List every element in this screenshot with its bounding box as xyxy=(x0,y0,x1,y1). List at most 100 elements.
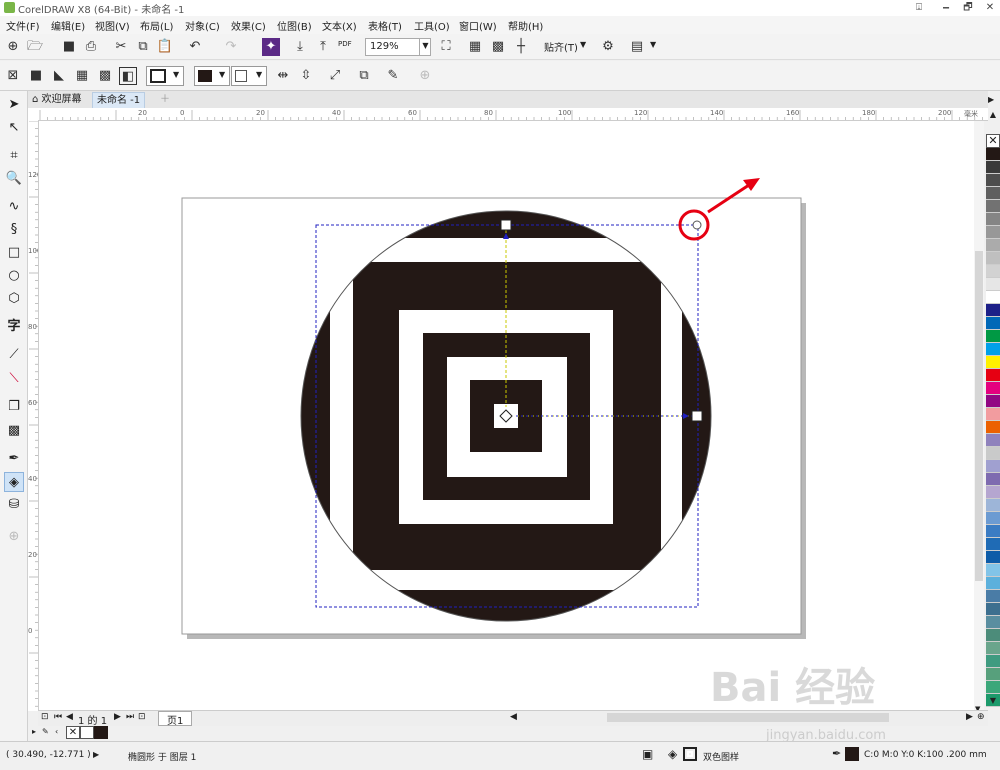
launcher-dropdown-arrow[interactable]: ▼ xyxy=(650,40,656,49)
rectangle-tool-icon[interactable]: □ xyxy=(4,243,24,263)
tab-welcome-screen[interactable]: ⌂ 欢迎屏幕 xyxy=(28,92,86,108)
palette-swatch[interactable] xyxy=(986,642,1000,655)
palette-swatch[interactable] xyxy=(986,226,1000,239)
transform-with-object-icon[interactable]: ⤢ xyxy=(326,67,344,85)
last-page-icon[interactable]: ⏭ xyxy=(126,712,134,722)
palette-swatch[interactable] xyxy=(986,590,1000,603)
vector-pattern-fill-icon[interactable]: ▦ xyxy=(73,67,91,85)
menu-bitmap[interactable]: 位图(B) xyxy=(277,18,312,33)
smart-fill-tool-icon[interactable]: ⛁ xyxy=(4,495,24,515)
pattern-rotate-handle[interactable] xyxy=(692,220,702,230)
no-color-doc-swatch-icon[interactable]: ✕ xyxy=(66,726,80,739)
palette-swatch[interactable] xyxy=(986,252,1000,265)
polygon-tool-icon[interactable]: ⬡ xyxy=(4,289,24,309)
zoom-tool-icon[interactable]: 🔍 xyxy=(4,169,24,189)
vertical-scroll-thumb[interactable] xyxy=(975,251,983,581)
page-tab[interactable]: 页1 xyxy=(158,711,193,727)
crop-tool-icon[interactable]: ⌗ xyxy=(4,146,24,166)
artistic-media-tool-icon[interactable]: § xyxy=(4,220,24,240)
paste-icon[interactable]: 📋 xyxy=(156,38,174,56)
palette-swatch[interactable] xyxy=(986,538,1000,551)
menu-window[interactable]: 窗口(W) xyxy=(459,18,497,33)
menu-effects[interactable]: 效果(C) xyxy=(231,18,266,33)
account-icon[interactable]: ⍗ xyxy=(910,0,928,15)
vertical-scrollbar[interactable]: ▼ xyxy=(974,121,984,713)
parallel-dimension-tool-icon[interactable]: ⟋ xyxy=(4,345,24,365)
export-icon[interactable]: ⤒ xyxy=(314,38,332,56)
palette-swatch[interactable] xyxy=(986,239,1000,252)
open-icon[interactable]: 🗁 xyxy=(26,38,44,56)
import-icon[interactable]: ⤓ xyxy=(291,38,309,56)
transparency-tool-icon[interactable]: ▩ xyxy=(4,421,24,441)
palette-swatch[interactable] xyxy=(986,382,1000,395)
page-settings-icon[interactable]: ⊡ xyxy=(41,712,49,722)
menu-layout[interactable]: 布局(L) xyxy=(140,18,173,33)
shape-tool-icon[interactable]: ↖ xyxy=(4,118,24,138)
menu-view[interactable]: 视图(V) xyxy=(95,18,130,33)
black-doc-swatch[interactable] xyxy=(94,726,108,739)
palette-swatch[interactable] xyxy=(986,356,1000,369)
palette-swatch[interactable] xyxy=(986,174,1000,187)
navigator-icon[interactable]: ⊕ xyxy=(977,712,985,722)
uniform-fill-icon[interactable]: ■ xyxy=(27,67,45,85)
palette-swatch[interactable] xyxy=(986,291,1000,304)
fill-pattern-swatch[interactable] xyxy=(683,747,697,761)
new-document-icon[interactable]: ⊕ xyxy=(4,38,22,56)
pattern-right-handle[interactable] xyxy=(691,410,703,422)
palette-swatch[interactable] xyxy=(986,668,1000,681)
drawing-canvas[interactable] xyxy=(39,121,975,711)
menu-text[interactable]: 文本(X) xyxy=(322,18,357,33)
palette-swatch[interactable] xyxy=(986,486,1000,499)
menu-tools[interactable]: 工具(O) xyxy=(414,18,450,33)
options-gear-icon[interactable]: ⚙ xyxy=(599,38,617,56)
no-color-swatch-icon[interactable]: ✕ xyxy=(986,134,1000,148)
palette-swatch[interactable] xyxy=(986,213,1000,226)
tab-document[interactable]: 未命名 -1 xyxy=(92,92,146,108)
close-button[interactable]: ✕ xyxy=(981,0,999,15)
status-arrow-icon[interactable]: ▶ xyxy=(93,750,99,759)
zoom-dropdown-icon[interactable]: ▼ xyxy=(419,38,431,56)
copy-icon[interactable]: ⧉ xyxy=(134,38,152,56)
add-icon[interactable]: ⊕ xyxy=(416,67,434,85)
horizontal-ruler[interactable]: 20 0 20 40 60 80 100 120 140 160 180 200… xyxy=(38,108,988,121)
mirror-vertical-icon[interactable]: ⇳ xyxy=(297,67,315,85)
white-doc-swatch[interactable] xyxy=(80,726,94,739)
horizontal-scroll-thumb[interactable] xyxy=(607,713,889,722)
palette-swatch[interactable] xyxy=(986,512,1000,525)
cut-icon[interactable]: ✂ xyxy=(112,38,130,56)
palette-swatch[interactable] xyxy=(986,304,1000,317)
palette-swatch[interactable] xyxy=(986,629,1000,642)
next-page-icon[interactable]: ▶ xyxy=(114,712,121,722)
show-guidelines-icon[interactable]: ┼ xyxy=(512,38,530,56)
menu-object[interactable]: 对象(C) xyxy=(185,18,220,33)
palette-left-icon[interactable]: ‹ xyxy=(55,727,58,736)
pick-tool-icon[interactable]: ➤ xyxy=(4,95,24,115)
previous-page-icon[interactable]: ◀ xyxy=(66,712,73,722)
text-tool-icon[interactable]: 字 xyxy=(4,317,24,337)
palette-swatch[interactable] xyxy=(986,603,1000,616)
foreground-dropdown-icon[interactable]: ▼ xyxy=(219,70,225,79)
palette-swatch[interactable] xyxy=(986,655,1000,668)
background-dropdown-icon[interactable]: ▼ xyxy=(256,70,262,79)
add-tool-icon[interactable]: ⊕ xyxy=(4,527,24,547)
edit-fill-icon[interactable]: ✎ xyxy=(384,67,402,85)
publish-pdf-button[interactable]: PDF xyxy=(338,40,352,48)
scroll-left-icon[interactable]: ◀ xyxy=(510,712,517,722)
palette-swatch[interactable] xyxy=(986,473,1000,486)
color-proof-icon[interactable]: ▣ xyxy=(642,747,653,761)
undo-icon[interactable]: ↶ xyxy=(186,38,204,56)
show-rulers-icon[interactable]: ▦ xyxy=(466,38,484,56)
drop-shadow-tool-icon[interactable]: ❐ xyxy=(4,397,24,417)
ellipse-tool-icon[interactable]: ○ xyxy=(4,266,24,286)
snap-dropdown-arrow[interactable]: ▼ xyxy=(580,40,586,49)
palette-swatch[interactable] xyxy=(986,317,1000,330)
palette-swatch[interactable] xyxy=(986,525,1000,538)
redo-icon[interactable]: ↷ xyxy=(222,38,240,56)
menu-edit[interactable]: 编辑(E) xyxy=(51,18,85,33)
save-icon[interactable]: ■ xyxy=(60,38,78,56)
menu-file[interactable]: 文件(F) xyxy=(6,18,40,33)
full-screen-icon[interactable]: ⛶ xyxy=(437,38,455,56)
palette-swatch[interactable] xyxy=(986,330,1000,343)
search-content-icon[interactable]: ✦ xyxy=(262,38,280,56)
palette-swatch[interactable] xyxy=(986,161,1000,174)
